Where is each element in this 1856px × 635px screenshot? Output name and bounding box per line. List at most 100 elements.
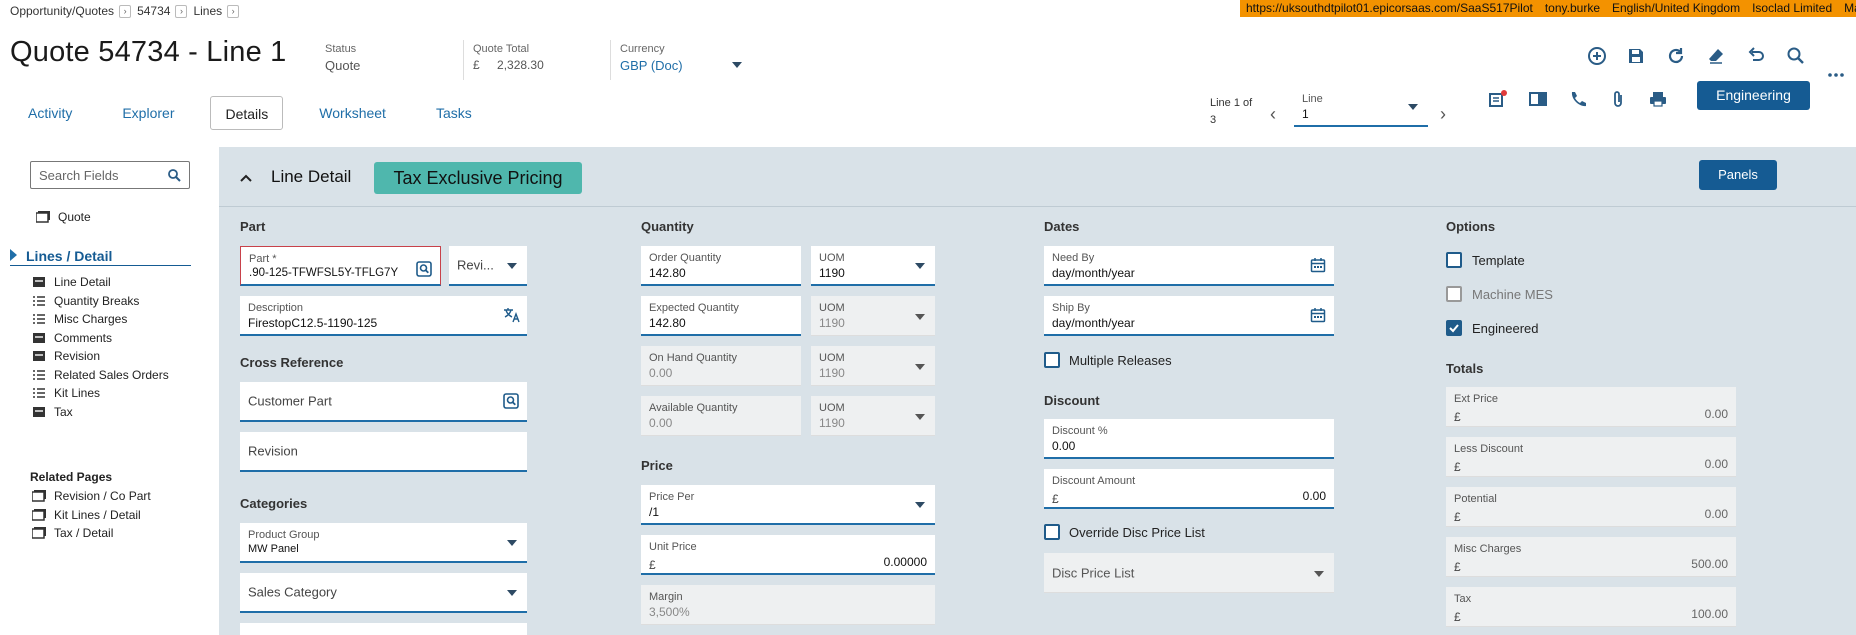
panels-button[interactable]: Panels bbox=[1699, 160, 1777, 190]
calendar-icon[interactable] bbox=[1310, 307, 1326, 323]
uom-value: 1190 bbox=[819, 266, 845, 280]
phone-icon[interactable] bbox=[1568, 89, 1588, 109]
quote-total-block: Quote Total £ 2,328.30 bbox=[473, 43, 544, 72]
tab-worksheet[interactable]: Worksheet bbox=[305, 96, 400, 130]
related-label: Kit Lines / Detail bbox=[54, 507, 141, 522]
panel-card-icon[interactable] bbox=[1528, 89, 1548, 109]
nav-item-quantity-breaks[interactable]: Quantity Breaks bbox=[32, 292, 169, 311]
add-icon[interactable] bbox=[1585, 44, 1609, 68]
nav-item-revision[interactable]: Revision bbox=[32, 347, 169, 366]
refresh-icon[interactable] bbox=[1664, 44, 1688, 68]
tab-details[interactable]: Details bbox=[210, 96, 284, 130]
card-icon bbox=[32, 350, 46, 362]
discount-percent-field[interactable]: Discount % 0.00 bbox=[1044, 419, 1334, 459]
nav-item-label: Quantity Breaks bbox=[54, 293, 140, 308]
currency-symbol: £ bbox=[1454, 560, 1461, 574]
tab-explorer[interactable]: Explorer bbox=[108, 96, 188, 130]
save-icon[interactable] bbox=[1624, 44, 1648, 68]
attachment-icon[interactable] bbox=[1608, 89, 1628, 109]
order-uom-select[interactable]: UOM 1190 bbox=[811, 246, 935, 286]
engineered-checkbox[interactable]: Engineered bbox=[1446, 320, 1539, 336]
product-group-label: Product Group bbox=[248, 529, 320, 541]
lookup-icon[interactable] bbox=[503, 393, 519, 409]
nav-item-tax[interactable]: Tax bbox=[32, 403, 169, 422]
misc-charges-value: 500.00 bbox=[1691, 557, 1728, 571]
nav-item-label: Comments bbox=[54, 330, 113, 345]
template-checkbox[interactable]: Template bbox=[1446, 252, 1525, 268]
margin-field: Margin 3,500% bbox=[641, 585, 935, 625]
list-icon bbox=[32, 313, 46, 325]
on-hand-quantity-value: 0.00 bbox=[649, 366, 673, 380]
ship-by-field[interactable]: Ship By day/month/year bbox=[1044, 296, 1334, 336]
discount-amount-field[interactable]: Discount Amount £ 0.00 bbox=[1044, 469, 1334, 509]
nav-item-quote[interactable]: Quote bbox=[36, 208, 91, 227]
chevron-right-icon[interactable]: › bbox=[175, 4, 188, 18]
search-icon[interactable] bbox=[1784, 44, 1808, 68]
description-label: Description bbox=[248, 302, 304, 314]
price-per-select[interactable]: Price Per /1 bbox=[641, 485, 935, 525]
currency-select[interactable]: Currency GBP (Doc) bbox=[620, 43, 742, 77]
sales-category-placeholder: Sales Category bbox=[248, 584, 337, 600]
revision-select[interactable]: Revi... bbox=[449, 246, 527, 286]
env-locale: English/United Kingdom bbox=[1612, 1, 1741, 15]
tab-tasks[interactable]: Tasks bbox=[422, 96, 486, 130]
next-line-icon[interactable]: › bbox=[1440, 104, 1446, 125]
nav-item-label: Line Detail bbox=[54, 275, 111, 290]
expected-quantity-field[interactable]: Expected Quantity 142.80 bbox=[641, 296, 801, 336]
card-icon bbox=[32, 406, 46, 418]
nav-item-line-detail[interactable]: Line Detail bbox=[32, 273, 169, 292]
nav-item-kit-lines[interactable]: Kit Lines bbox=[32, 384, 169, 403]
engineering-button[interactable]: Engineering bbox=[1697, 81, 1810, 110]
on-hand-quantity-field: On Hand Quantity 0.00 bbox=[641, 346, 801, 386]
product-group-select[interactable]: Product Group MW Panel bbox=[240, 523, 527, 563]
memo-icon[interactable] bbox=[1488, 89, 1508, 109]
search-fields-input[interactable]: Search Fields bbox=[30, 161, 190, 189]
override-disc-price-list-checkbox[interactable]: Override Disc Price List bbox=[1044, 524, 1205, 540]
available-quantity-value: 0.00 bbox=[649, 416, 673, 430]
chevron-right-icon[interactable]: › bbox=[227, 4, 240, 18]
breadcrumb-item-opportunity-quotes[interactable]: Opportunity/Quotes bbox=[10, 4, 114, 18]
more-icon[interactable] bbox=[1828, 72, 1844, 80]
lookup-icon[interactable] bbox=[416, 261, 432, 277]
breadcrumb-item-quote[interactable]: 54734 bbox=[137, 4, 170, 18]
related-revision-co-part[interactable]: Revision / Co Part bbox=[32, 487, 151, 506]
nav-item-label: Related Sales Orders bbox=[54, 367, 169, 382]
customer-part-field[interactable]: Customer Part bbox=[240, 382, 527, 422]
ext-price-field: Ext Price £ 0.00 bbox=[1446, 387, 1736, 427]
translate-icon[interactable] bbox=[503, 307, 520, 323]
line-select[interactable]: Line 1 bbox=[1294, 87, 1428, 127]
part-value: .90-125-TFWFSL5Y-TFLG7Y bbox=[249, 267, 399, 279]
less-discount-label: Less Discount bbox=[1454, 443, 1524, 455]
unit-price-field[interactable]: Unit Price £ 0.00000 bbox=[641, 535, 935, 575]
part-field[interactable]: Part * .90-125-TFWFSL5Y-TFLG7Y bbox=[240, 246, 441, 286]
related-tax-detail[interactable]: Tax / Detail bbox=[32, 524, 151, 543]
related-kit-lines-detail[interactable]: Kit Lines / Detail bbox=[32, 506, 151, 525]
nav-item-misc-charges[interactable]: Misc Charges bbox=[32, 310, 169, 329]
uom-value: 1190 bbox=[819, 416, 845, 430]
unit-price-label: Unit Price bbox=[649, 541, 697, 553]
revision-field-placeholder: Revision bbox=[248, 443, 298, 459]
collapse-chevron-icon[interactable] bbox=[239, 173, 253, 183]
previous-line-icon[interactable]: ‹ bbox=[1270, 104, 1276, 125]
need-by-field[interactable]: Need By day/month/year bbox=[1044, 246, 1334, 286]
next-field[interactable] bbox=[240, 623, 527, 635]
calendar-icon[interactable] bbox=[1310, 257, 1326, 273]
nav-item-related-sales-orders[interactable]: Related Sales Orders bbox=[32, 366, 169, 385]
sales-category-select[interactable]: Sales Category bbox=[240, 573, 527, 613]
override-disc-price-list-label: Override Disc Price List bbox=[1069, 524, 1205, 540]
nav-item-comments[interactable]: Comments bbox=[32, 329, 169, 348]
order-quantity-field[interactable]: Order Quantity 142.80 bbox=[641, 246, 801, 286]
nav-section-lines-detail[interactable]: Lines / Detail bbox=[10, 246, 191, 266]
tab-activity[interactable]: Activity bbox=[14, 96, 86, 130]
print-icon[interactable] bbox=[1648, 89, 1668, 109]
divider bbox=[610, 40, 611, 80]
search-icon bbox=[167, 168, 181, 182]
clear-icon[interactable] bbox=[1704, 44, 1728, 68]
description-field[interactable]: Description FirestopC12.5-1190-125 bbox=[240, 296, 527, 336]
chevron-right-icon[interactable]: › bbox=[119, 4, 132, 18]
breadcrumb-item-lines[interactable]: Lines bbox=[193, 4, 222, 18]
multiple-releases-checkbox[interactable]: Multiple Releases bbox=[1044, 352, 1172, 368]
price-per-value: /1 bbox=[649, 505, 660, 519]
undo-icon[interactable] bbox=[1744, 44, 1768, 68]
revision-field[interactable]: Revision bbox=[240, 432, 527, 472]
